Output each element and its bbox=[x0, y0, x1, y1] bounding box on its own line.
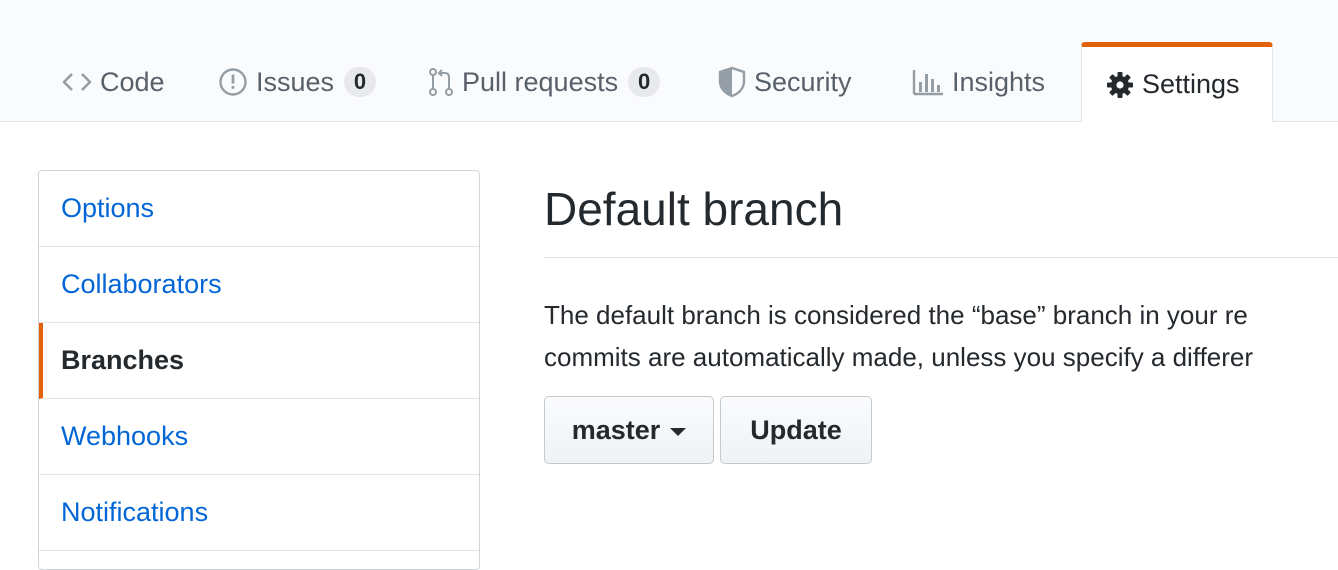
sidebar-item-notifications[interactable]: Notifications bbox=[39, 475, 479, 551]
tab-insights-label: Insights bbox=[952, 66, 1046, 97]
settings-sidebar-menu: Options Collaborators Branches Webhooks … bbox=[38, 170, 480, 570]
code-icon bbox=[62, 71, 92, 93]
tab-pull-requests[interactable]: Pull requests 0 bbox=[428, 44, 661, 124]
tab-issues[interactable]: Issues 0 bbox=[218, 44, 377, 124]
tab-security-label: Security bbox=[754, 66, 852, 97]
tab-settings-label: Settings bbox=[1142, 69, 1240, 99]
gear-icon bbox=[1106, 71, 1134, 99]
git-pull-request-icon bbox=[428, 67, 454, 97]
default-branch-description: The default branch is considered the “ba… bbox=[544, 294, 1338, 378]
issue-opened-icon bbox=[218, 67, 248, 97]
tab-insights[interactable]: Insights bbox=[912, 44, 1045, 124]
caret-down-icon bbox=[670, 428, 687, 436]
shield-icon bbox=[718, 66, 746, 98]
sidebar-item-webhooks[interactable]: Webhooks bbox=[39, 399, 479, 475]
description-line-2: commits are automatically made, unless y… bbox=[544, 342, 1254, 372]
sidebar-item-options[interactable]: Options bbox=[39, 171, 479, 247]
page-title: Default branch bbox=[544, 183, 844, 235]
tab-pull-requests-label: Pull requests bbox=[462, 66, 619, 97]
tab-issues-label: Issues bbox=[256, 66, 335, 97]
description-line-1: The default branch is considered the “ba… bbox=[544, 300, 1248, 330]
sidebar-item-branches[interactable]: Branches bbox=[39, 323, 479, 399]
pull-requests-counter: 0 bbox=[628, 67, 661, 97]
sidebar-item-collaborators[interactable]: Collaborators bbox=[39, 247, 479, 323]
tab-code-label: Code bbox=[100, 66, 165, 97]
tab-settings[interactable]: Settings bbox=[1081, 42, 1273, 122]
graph-icon bbox=[912, 68, 944, 96]
issues-counter: 0 bbox=[344, 67, 377, 97]
repo-navigation: Code Issues 0 Pull requests 0 Security I… bbox=[0, 0, 1338, 122]
update-button[interactable]: Update bbox=[720, 396, 872, 464]
branch-select-label: master bbox=[571, 414, 661, 445]
tab-security[interactable]: Security bbox=[718, 44, 852, 124]
heading-divider bbox=[544, 257, 1338, 258]
tab-code[interactable]: Code bbox=[62, 44, 165, 124]
branch-select-button[interactable]: master bbox=[544, 396, 714, 464]
